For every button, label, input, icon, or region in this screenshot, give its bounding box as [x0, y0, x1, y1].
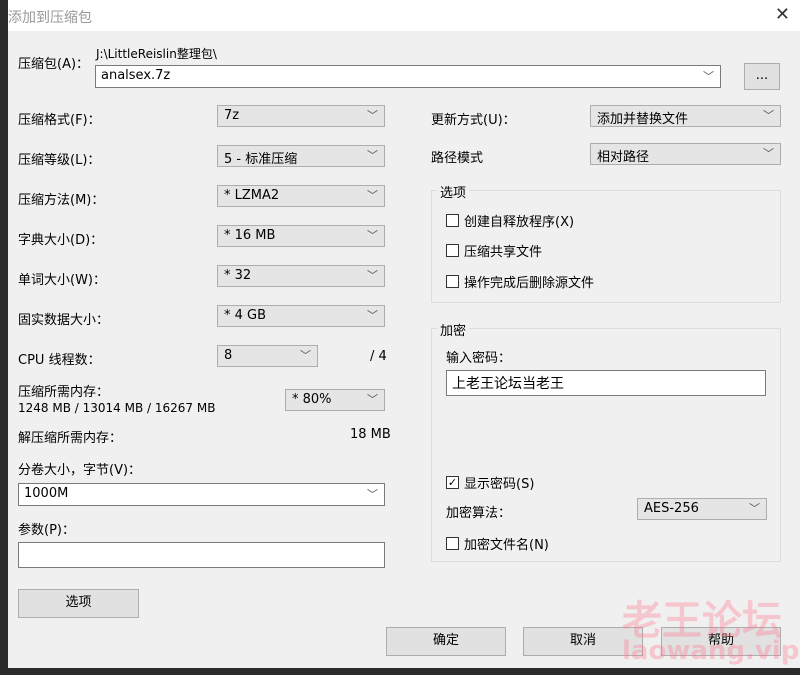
solid-value: * 4 GB [224, 308, 267, 323]
add-to-archive-dialog: 添加到压缩包 ✕ 压缩包(A)： J:\LittleReislin整理包\ an… [8, 0, 800, 668]
level-label: 压缩等级(L)： [18, 153, 101, 168]
cpu-select[interactable]: 8 ﹀ [217, 345, 318, 367]
chevron-down-icon: ﹀ [763, 109, 774, 122]
archive-name-value: analsex.7z [101, 68, 171, 83]
browse-button[interactable]: ... [744, 63, 780, 90]
cpu-value: 8 [224, 348, 233, 363]
word-select[interactable]: * 32 ﹀ [217, 265, 385, 287]
cpu-max: / 4 [370, 349, 387, 364]
archive-label: 压缩包(A)： [18, 57, 90, 72]
pathmode-label: 路径模式 [431, 151, 484, 166]
mem-select[interactable]: * 80% ﹀ [285, 389, 385, 411]
algo-select[interactable]: AES-256 ﹀ [637, 498, 767, 520]
checkbox-icon [446, 214, 459, 227]
chevron-down-icon: ﹀ [367, 393, 378, 406]
window-title: 添加到压缩包 [8, 10, 92, 26]
update-select[interactable]: 添加并替换文件 ﹀ [590, 105, 781, 127]
pathmode-select[interactable]: 相对路径 ﹀ [590, 143, 781, 165]
algo-value: AES-256 [644, 501, 699, 516]
update-value: 添加并替换文件 [597, 112, 689, 127]
delete-after-label: 操作完成后删除源文件 [464, 276, 595, 291]
archive-path: J:\LittleReislin整理包\ [96, 47, 217, 61]
options-button[interactable]: 选项 [18, 589, 139, 618]
method-label: 压缩方法(M)： [18, 193, 105, 208]
dict-select[interactable]: * 16 MB ﹀ [217, 225, 385, 247]
archive-name-input[interactable]: analsex.7z ﹀ [95, 65, 721, 88]
checkmark-icon: ✓ [446, 476, 459, 489]
chevron-down-icon: ﹀ [300, 349, 311, 362]
title-bar: 添加到压缩包 ✕ [8, 0, 800, 31]
chevron-down-icon: ﹀ [367, 269, 378, 282]
checkbox-icon [446, 244, 459, 257]
shared-files-label: 压缩共享文件 [464, 245, 543, 260]
shared-files-checkbox[interactable]: 压缩共享文件 [446, 241, 542, 260]
volume-label: 分卷大小，字节(V)： [18, 463, 142, 478]
dmem-label: 解压缩所需内存： [18, 431, 123, 446]
mem-detail: 1248 MB / 13014 MB / 16267 MB [18, 401, 216, 415]
chevron-down-icon: ﹀ [749, 502, 760, 515]
encryption-group-title: 加密 [437, 320, 470, 339]
chevron-down-icon: ﹀ [367, 109, 378, 122]
dict-label: 字典大小(D)： [18, 233, 104, 248]
password-label: 输入密码： [446, 351, 512, 366]
sfx-checkbox[interactable]: 创建自释放程序(X) [446, 211, 574, 230]
checkbox-icon [446, 275, 459, 288]
password-input[interactable]: 上老王论坛当老王 [446, 370, 766, 396]
chevron-down-icon: ﹀ [367, 229, 378, 242]
chevron-down-icon: ﹀ [367, 149, 378, 162]
encrypt-names-checkbox[interactable]: 加密文件名(N) [446, 534, 549, 553]
mem-value: * 80% [292, 392, 332, 407]
algo-label: 加密算法： [446, 506, 512, 521]
dmem-value: 18 MB [350, 427, 391, 442]
chevron-down-icon: ﹀ [367, 189, 378, 202]
level-value: 5 - 标准压缩 [224, 152, 298, 167]
volume-value: 1000M [24, 486, 69, 501]
mem-label: 压缩所需内存： [18, 385, 110, 400]
sfx-label: 创建自释放程序(X) [464, 215, 575, 230]
solid-label: 固实数据大小： [18, 313, 110, 328]
cpu-label: CPU 线程数： [18, 353, 101, 368]
solid-select[interactable]: * 4 GB ﹀ [217, 305, 385, 327]
params-label: 参数(P)： [18, 523, 75, 538]
chevron-down-icon: ﹀ [763, 147, 774, 160]
show-password-checkbox[interactable]: ✓ 显示密码(S) [446, 473, 534, 492]
word-label: 单词大小(W)： [18, 273, 106, 288]
chevron-down-icon[interactable]: ﹀ [703, 68, 714, 84]
checkbox-icon [446, 537, 459, 550]
format-value: 7z [224, 108, 240, 123]
options-group-title: 选项 [437, 182, 470, 201]
pathmode-value: 相对路径 [597, 150, 650, 165]
chevron-down-icon: ﹀ [367, 309, 378, 322]
close-icon[interactable]: ✕ [775, 4, 790, 25]
update-label: 更新方式(U)： [431, 113, 516, 128]
level-select[interactable]: 5 - 标准压缩 ﹀ [217, 145, 385, 167]
show-password-label: 显示密码(S) [464, 477, 535, 492]
format-label: 压缩格式(F)： [18, 113, 101, 128]
encrypt-names-label: 加密文件名(N) [464, 538, 549, 553]
watermark-url: laowang.vip [622, 636, 800, 666]
dict-value: * 16 MB [224, 228, 276, 243]
method-value: * LZMA2 [224, 188, 280, 203]
word-value: * 32 [224, 268, 252, 283]
format-select[interactable]: 7z ﹀ [217, 105, 385, 127]
params-input[interactable] [18, 542, 385, 568]
volume-input[interactable]: 1000M ﹀ [18, 483, 385, 506]
ok-button[interactable]: 确定 [386, 627, 506, 656]
delete-after-checkbox[interactable]: 操作完成后删除源文件 [446, 272, 594, 291]
method-select[interactable]: * LZMA2 ﹀ [217, 185, 385, 207]
chevron-down-icon[interactable]: ﹀ [367, 486, 378, 502]
